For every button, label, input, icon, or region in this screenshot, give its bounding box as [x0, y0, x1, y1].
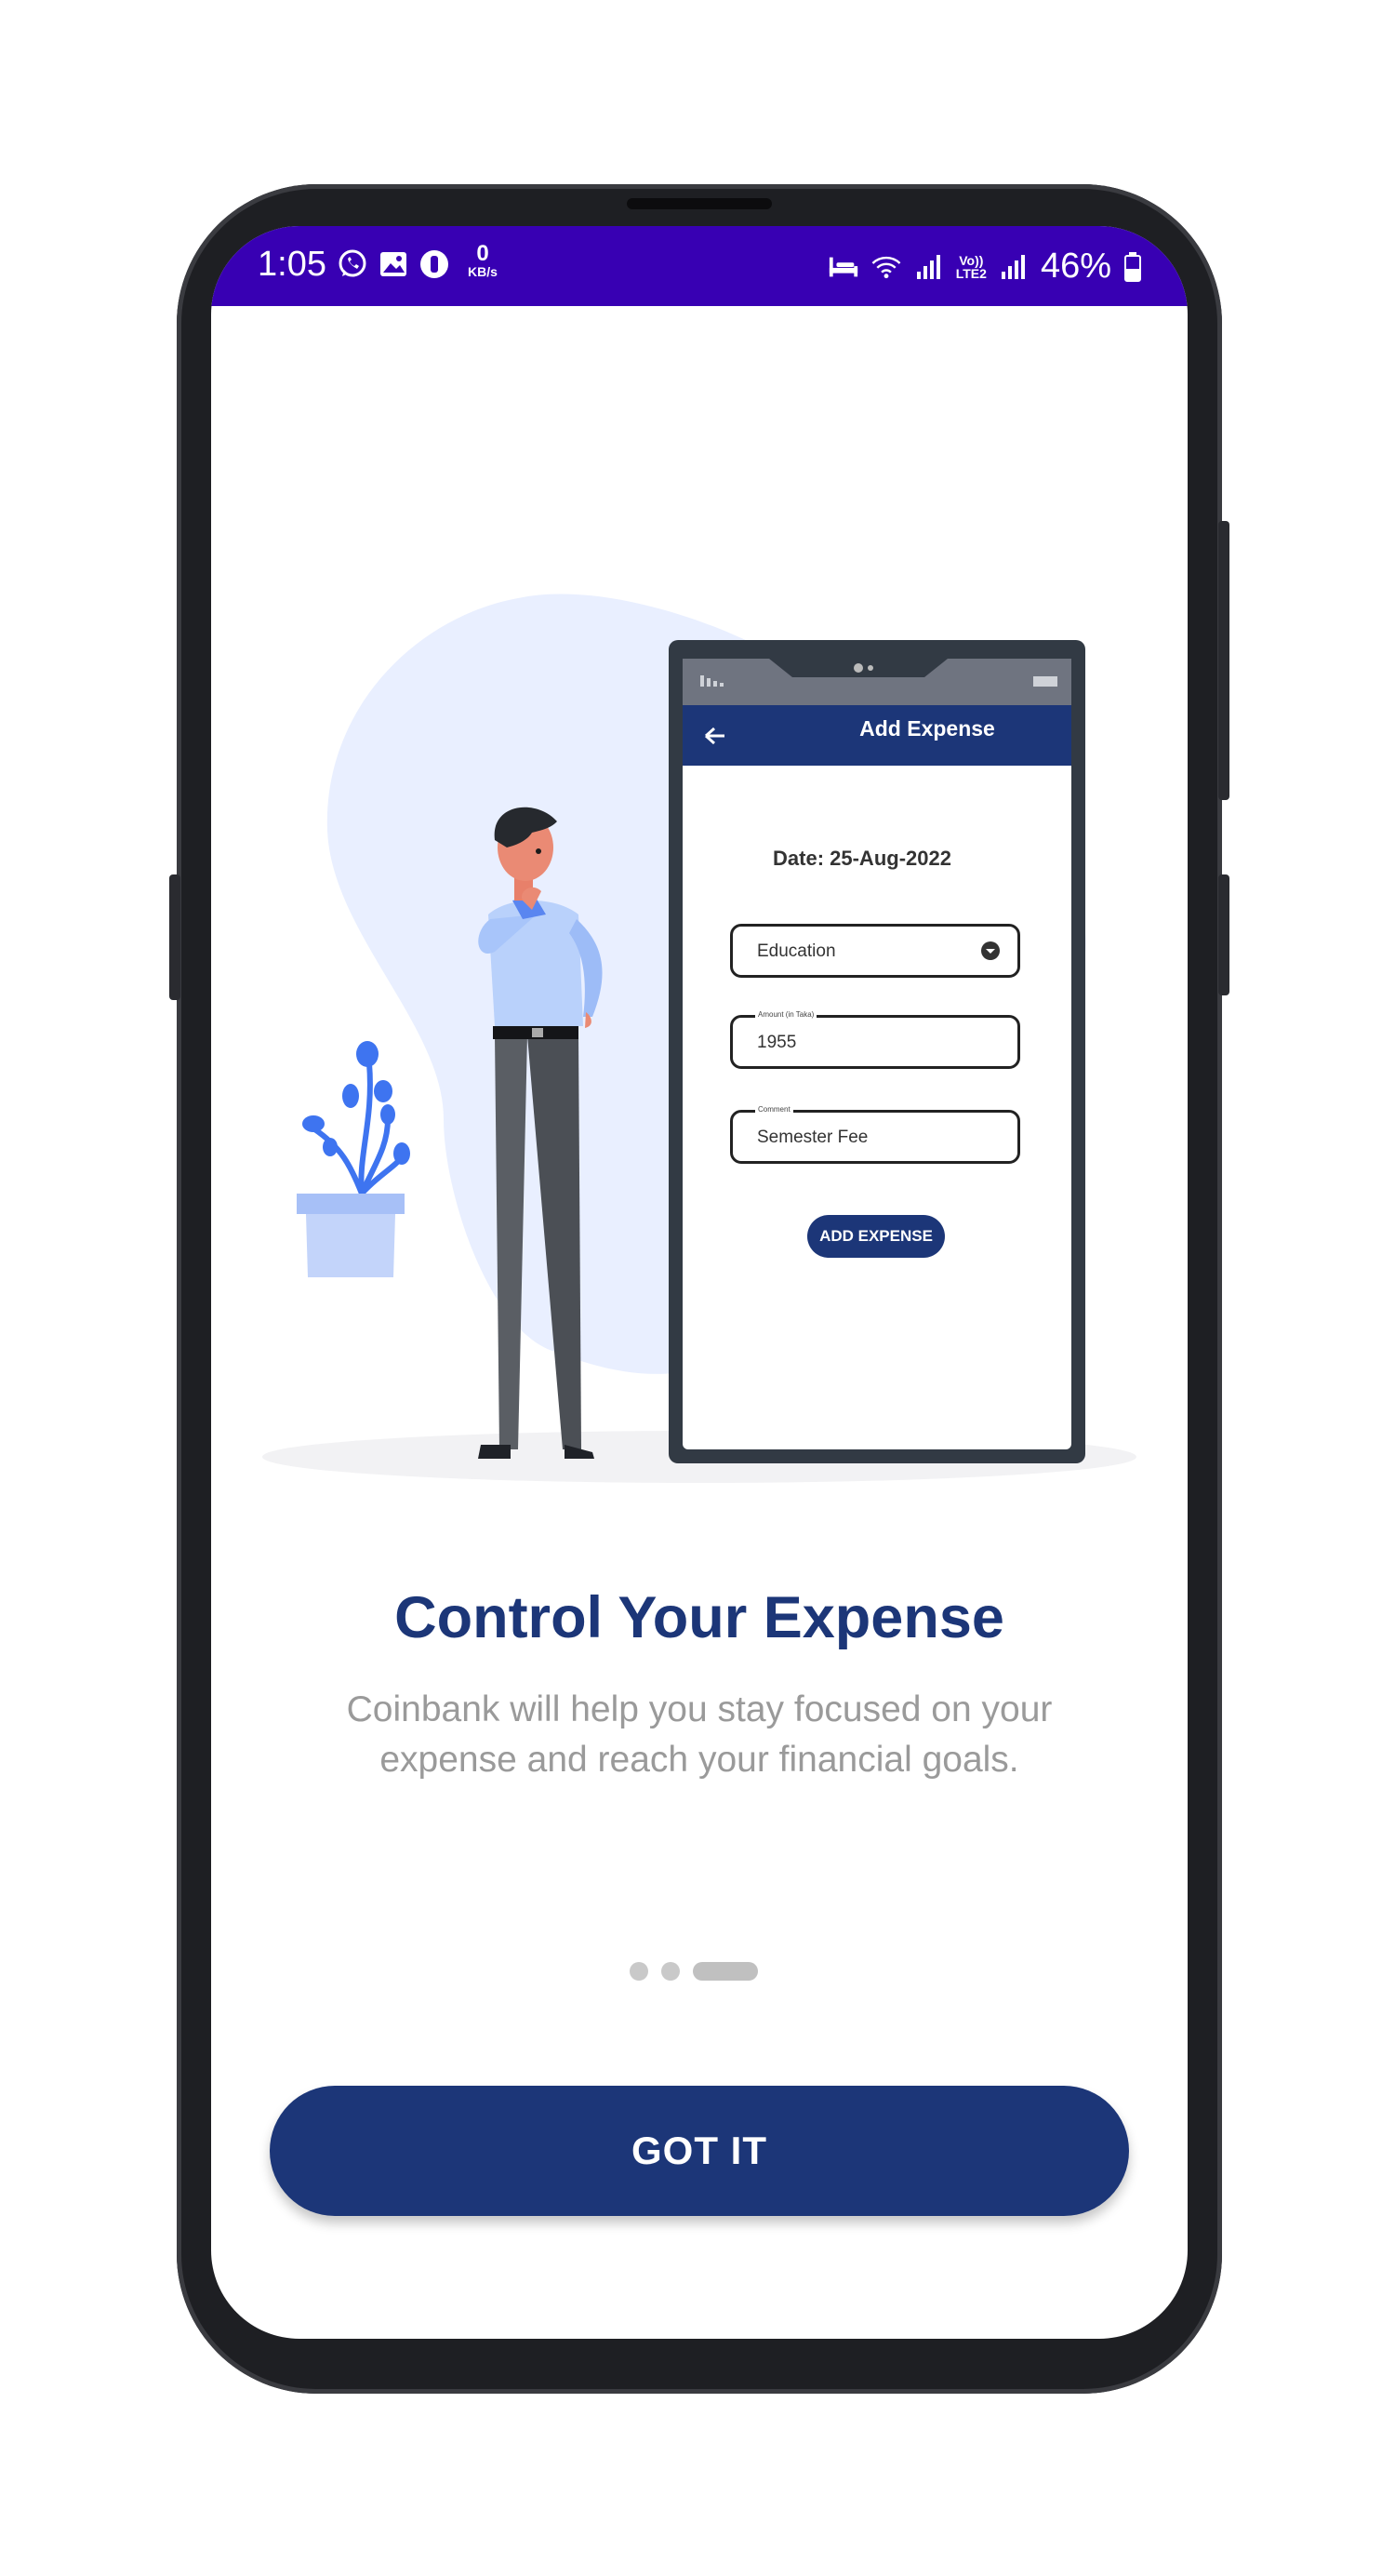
page-dot-2[interactable]	[661, 1962, 680, 1981]
page-indicator	[630, 1962, 758, 1981]
volume-button	[1218, 521, 1229, 800]
power-button	[1218, 874, 1229, 995]
mock-add-expense-button: ADD EXPENSE	[807, 1215, 945, 1258]
mock-comment-field: Comment Semester Fee	[730, 1105, 1020, 1164]
mock-comment-label: Comment	[755, 1105, 793, 1114]
app-screen: 1:05 0 KB/s Vo)) LTE2 46% Add Expense Da…	[211, 226, 1188, 2339]
mock-category-value: Education	[757, 941, 836, 961]
mock-amount-label: Amount (in Taka)	[755, 1010, 817, 1019]
bixby-button	[169, 874, 180, 1000]
page-dot-1[interactable]	[630, 1962, 648, 1981]
mock-amount-value: 1955	[757, 1033, 797, 1052]
onboarding-subtitle: Coinbank will help you stay focused on y…	[346, 1689, 1053, 1780]
mock-screen-title: Add Expense	[859, 716, 995, 741]
plant	[297, 1041, 410, 1277]
mock-dropdown-icon	[981, 941, 1000, 960]
mock-date: Date: 25-Aug-2022	[773, 847, 951, 870]
onboarding-illustration	[262, 594, 1136, 1483]
mock-comment-value: Semester Fee	[757, 1128, 869, 1147]
onboarding-title: Control Your Expense	[394, 1585, 1004, 1650]
page-dot-3-active[interactable]	[693, 1962, 758, 1981]
mock-category-field: Education	[730, 924, 1020, 978]
got-it-button[interactable]: GOT IT	[270, 2086, 1129, 2216]
earpiece	[627, 198, 772, 209]
mock-amount-field: Amount (in Taka) 1955	[730, 1010, 1020, 1069]
